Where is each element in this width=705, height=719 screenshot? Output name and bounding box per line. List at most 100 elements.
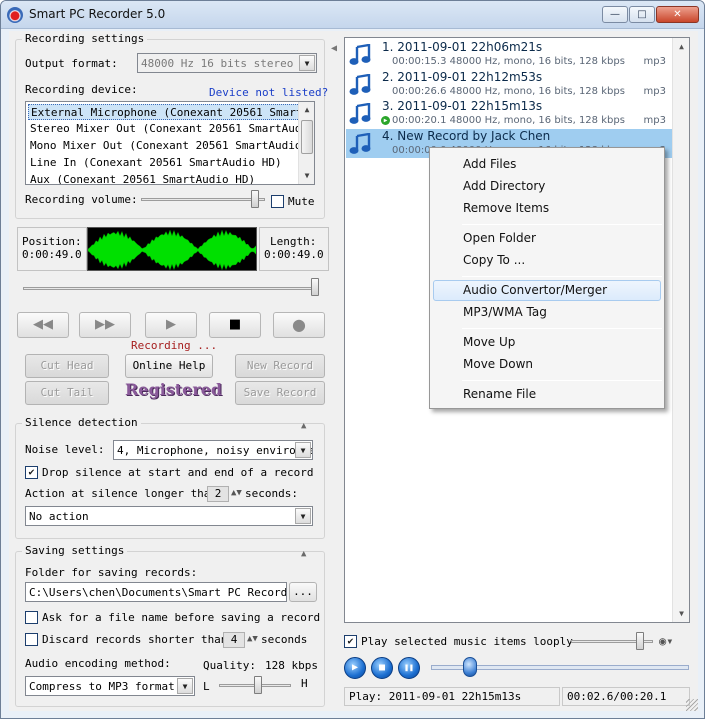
encoding-select[interactable]: Compress to MP3 format ▼: [25, 676, 195, 696]
menu-add-files[interactable]: Add Files: [433, 154, 661, 175]
maximize-button[interactable]: □: [629, 6, 655, 23]
menu-separator: [462, 276, 662, 277]
player-volume-slider[interactable]: [636, 632, 645, 650]
device-list-scrollbar[interactable]: ▲ ▼: [298, 102, 314, 184]
quality-slider[interactable]: [254, 676, 263, 694]
length-label: Length:: [270, 235, 317, 248]
menu-add-directory[interactable]: Add Directory: [433, 176, 661, 197]
loop-play-checkbox[interactable]: ✔: [344, 635, 357, 648]
recording-volume-track[interactable]: [141, 198, 265, 201]
menu-move-up[interactable]: Move Up: [433, 332, 661, 353]
title-bar[interactable]: Smart PC Recorder 5.0 — □ ✕: [1, 1, 704, 29]
scroll-down-icon[interactable]: ▼: [673, 605, 689, 622]
splitter-arrow-icon[interactable]: ◀: [331, 43, 337, 54]
ask-filename-checkbox[interactable]: [25, 611, 38, 624]
player-pause-button[interactable]: ❚❚: [398, 657, 420, 679]
record-list-scrollbar[interactable]: ▲ ▼: [672, 38, 689, 622]
play-button[interactable]: ▶: [145, 312, 197, 338]
speaker-icon[interactable]: ◉▾: [659, 634, 673, 648]
menu-open-folder[interactable]: Open Folder: [433, 228, 661, 249]
record-progress-slider[interactable]: [311, 278, 319, 296]
chevron-down-icon: ▼: [299, 55, 315, 71]
mute-checkbox[interactable]: [271, 195, 284, 208]
device-item[interactable]: External Microphone (Conexant 20561 Smar…: [28, 104, 300, 120]
record-name: 4. New Record by Jack Chen: [382, 128, 551, 143]
menu-separator: [462, 224, 662, 225]
player-seek-slider[interactable]: [462, 657, 477, 677]
drop-silence-label: Drop silence at start and end of a recor…: [42, 466, 314, 479]
drop-silence-checkbox[interactable]: ✔: [25, 466, 38, 479]
noise-level-select[interactable]: 4, Microphone, noisy environment ▼: [113, 440, 313, 460]
new-record-button[interactable]: New Record: [235, 354, 325, 378]
encoding-value: Compress to MP3 format: [29, 680, 175, 693]
record-format: mp3: [643, 85, 666, 97]
player-stop-button[interactable]: ■: [371, 657, 393, 679]
player-play-button[interactable]: ▶: [344, 657, 366, 679]
save-record-button[interactable]: Save Record: [235, 381, 325, 405]
resize-grip-icon[interactable]: [686, 699, 698, 711]
length-display: Length: 0:00:49.0: [259, 227, 329, 271]
cut-head-button[interactable]: Cut Head: [25, 354, 109, 378]
scroll-up-icon[interactable]: ▲: [299, 102, 314, 118]
discard-short-checkbox[interactable]: [25, 633, 38, 646]
scroll-up-icon[interactable]: ▲: [673, 38, 689, 55]
chevron-down-icon: ▼: [295, 508, 311, 524]
position-display: Position: 0:00:49.0: [17, 227, 87, 271]
scroll-down-icon[interactable]: ▼: [299, 168, 314, 184]
record-name: 1. 2011-09-01 22h06m21s: [382, 40, 543, 54]
waveform-display: [87, 227, 257, 271]
silence-seconds-input[interactable]: 2: [207, 486, 229, 502]
app-icon: [7, 7, 23, 23]
action-silence-label: Action at silence longer than: [25, 487, 218, 500]
cut-tail-button[interactable]: Cut Tail: [25, 381, 109, 405]
spin-arrows-icon[interactable]: ▲▼: [247, 634, 258, 644]
quality-high-label: H: [301, 677, 308, 690]
device-item[interactable]: Aux (Conexant 20561 SmartAudio HD): [28, 172, 300, 184]
output-format-label: Output format:: [25, 57, 118, 70]
record-info: 00:00:15.3 48000 Hz, mono, 16 bits, 128 …: [392, 56, 625, 67]
device-not-listed-link[interactable]: Device not listed?: [209, 86, 328, 99]
recording-settings-legend: Recording settings: [22, 32, 148, 45]
record-button[interactable]: ●: [273, 312, 325, 338]
collapse-up-icon[interactable]: ▲: [301, 549, 306, 559]
stop-button[interactable]: ■: [209, 312, 261, 338]
device-item[interactable]: Line In (Conexant 20561 SmartAudio HD): [28, 155, 300, 171]
music-note-icon: [349, 44, 371, 65]
device-item[interactable]: Stereo Mixer Out (Conexant 20561 SmartAu…: [28, 121, 300, 137]
minimize-button[interactable]: —: [602, 6, 628, 23]
record-progress-track[interactable]: [23, 287, 319, 290]
discard-seconds-unit: seconds: [261, 633, 308, 646]
menu-remove-items[interactable]: Remove Items: [433, 198, 661, 219]
rewind-button[interactable]: ◀◀: [17, 312, 69, 338]
menu-copy-to[interactable]: Copy To ...: [433, 250, 661, 271]
collapse-up-icon[interactable]: ▲: [301, 421, 306, 431]
record-item[interactable]: 2. 2011-09-01 22h12m53s 00:00:26.6 48000 …: [346, 70, 672, 99]
window-title: Smart PC Recorder 5.0: [29, 7, 166, 21]
menu-audio-convertor[interactable]: Audio Convertor/Merger: [433, 280, 661, 301]
menu-mp3-wma-tag[interactable]: MP3/WMA Tag: [433, 302, 661, 323]
output-format-select[interactable]: 48000 Hz 16 bits stereo ▼: [137, 53, 317, 73]
close-button[interactable]: ✕: [656, 6, 699, 23]
recording-device-list[interactable]: External Microphone (Conexant 20561 Smar…: [25, 101, 315, 185]
device-item[interactable]: Mono Mixer Out (Conexant 20561 SmartAudi…: [28, 138, 300, 154]
record-name: 3. 2011-09-01 22h15m13s: [382, 99, 543, 113]
context-menu: Add Files Add Directory Remove Items Ope…: [429, 147, 665, 409]
menu-rename-file[interactable]: Rename File: [433, 384, 661, 405]
menu-separator: [462, 380, 662, 381]
saving-settings-legend: Saving settings: [22, 544, 128, 557]
spin-arrows-icon[interactable]: ▲▼: [231, 488, 242, 498]
online-help-button[interactable]: Online Help: [125, 354, 213, 378]
scroll-thumb[interactable]: [301, 120, 313, 154]
menu-move-down[interactable]: Move Down: [433, 354, 661, 375]
discard-seconds-input[interactable]: 4: [223, 632, 245, 648]
recording-volume-slider[interactable]: [251, 190, 260, 208]
music-note-icon: [349, 103, 371, 124]
folder-input[interactable]: C:\Users\chen\Documents\Smart PC Recorde…: [25, 582, 287, 602]
record-item[interactable]: 1. 2011-09-01 22h06m21s 00:00:15.3 48000 …: [346, 40, 672, 69]
silence-action-select[interactable]: No action ▼: [25, 506, 313, 526]
record-item[interactable]: 3. 2011-09-01 22h15m13s ▶ 00:00:20.1 48000…: [346, 99, 672, 128]
forward-button[interactable]: ▶▶: [79, 312, 131, 338]
app-window: Smart PC Recorder 5.0 — □ ✕ Recording se…: [0, 0, 705, 719]
browse-folder-button[interactable]: ...: [289, 582, 317, 602]
quality-low-label: L: [203, 680, 210, 693]
